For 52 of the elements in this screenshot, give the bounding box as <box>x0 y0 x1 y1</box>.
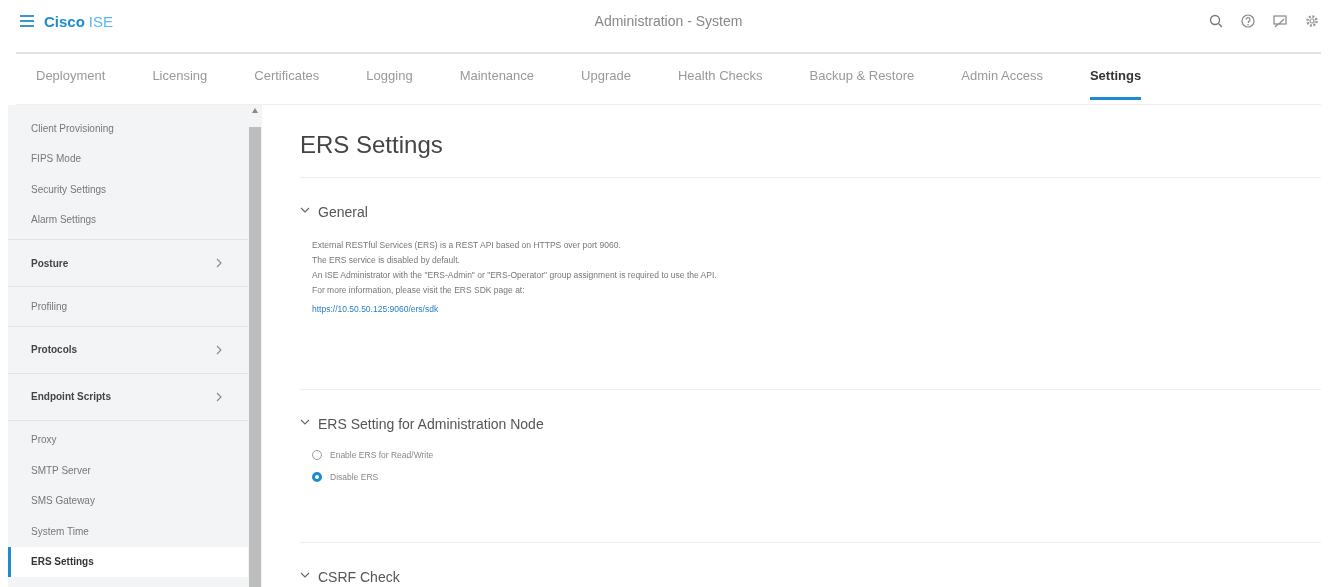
settings-button[interactable] <box>1305 14 1319 28</box>
scroll-up-icon <box>252 108 258 113</box>
radio-option[interactable]: Enable ERS for Read/Write <box>312 444 434 466</box>
tab[interactable]: Settings <box>1089 54 1142 100</box>
radio-option[interactable]: Disable ERS <box>312 466 379 488</box>
help-button[interactable] <box>1241 14 1255 28</box>
description-text: An ISE Administrator with the "ERS-Admin" or "ERS-Operator" group assignment is required to use the API. <box>312 269 718 282</box>
chevron-right-icon <box>216 344 222 355</box>
settings-icon <box>1305 14 1319 28</box>
search-icon <box>1209 14 1223 28</box>
menu-button[interactable] <box>20 14 34 28</box>
chevron-right-icon <box>216 258 222 268</box>
sidebar-item[interactable]: Security Settings <box>8 174 248 205</box>
description-text: For more information, please visit the ERS SDK page at: <box>312 284 526 297</box>
sdk-link[interactable]: https://10.50.50.125:9060/ers/sdk <box>312 304 439 314</box>
help-icon <box>1241 14 1255 28</box>
scrollbar[interactable] <box>248 105 262 587</box>
tab[interactable]: Logging <box>366 54 413 100</box>
page-title: Administration - System <box>594 13 743 29</box>
sidebar-item[interactable]: Profiling <box>8 291 248 322</box>
tab[interactable]: Licensing <box>152 54 208 100</box>
chevron-right-icon <box>216 391 222 402</box>
section-header[interactable]: General <box>300 204 368 220</box>
sidebar-item[interactable]: SMS Gateway <box>8 485 248 516</box>
sidebar-item[interactable]: Client Provisioning <box>8 113 248 144</box>
sidebar-item[interactable]: Endpoint Scripts <box>8 377 248 416</box>
sidebar-item[interactable]: ERS Settings <box>8 546 248 577</box>
description-text: The ERS service is disabled by default. <box>312 254 461 267</box>
sidebar-item[interactable]: Protocols <box>8 330 248 369</box>
tab[interactable]: Backup & Restore <box>809 54 915 100</box>
messages-button[interactable] <box>1273 14 1287 28</box>
sidebar-item[interactable]: System Time <box>8 516 248 547</box>
tab[interactable]: Health Checks <box>677 54 763 100</box>
tab[interactable]: Upgrade <box>581 54 631 100</box>
tab[interactable]: Maintenance <box>459 54 535 100</box>
sidebar-item[interactable]: Alarm Settings <box>8 204 248 235</box>
tab[interactable]: Deployment <box>36 54 106 100</box>
search-button[interactable] <box>1209 14 1223 28</box>
page-heading: ERS Settings <box>300 131 1321 178</box>
sidebar-item[interactable]: FIPS Mode <box>8 143 248 174</box>
sidebar-item[interactable]: Proxy <box>8 424 248 455</box>
menu-icon <box>20 14 34 28</box>
section-header[interactable]: ERS Setting for Administration Node <box>300 416 544 432</box>
section-header[interactable]: CSRF Check <box>300 569 400 585</box>
product-name: ISE <box>88 12 114 30</box>
monitor-icon <box>1273 14 1287 28</box>
tab[interactable]: Admin Access <box>961 54 1043 100</box>
tab[interactable]: Certificates <box>254 54 320 100</box>
description-text: External RESTful Services (ERS) is a REST API based on HTTPS over port 9060. <box>312 239 622 252</box>
sidebar-item[interactable]: SMTP Server <box>8 455 248 486</box>
brand-name: Cisco <box>44 12 85 30</box>
sidebar-item[interactable]: Posture <box>8 244 248 282</box>
